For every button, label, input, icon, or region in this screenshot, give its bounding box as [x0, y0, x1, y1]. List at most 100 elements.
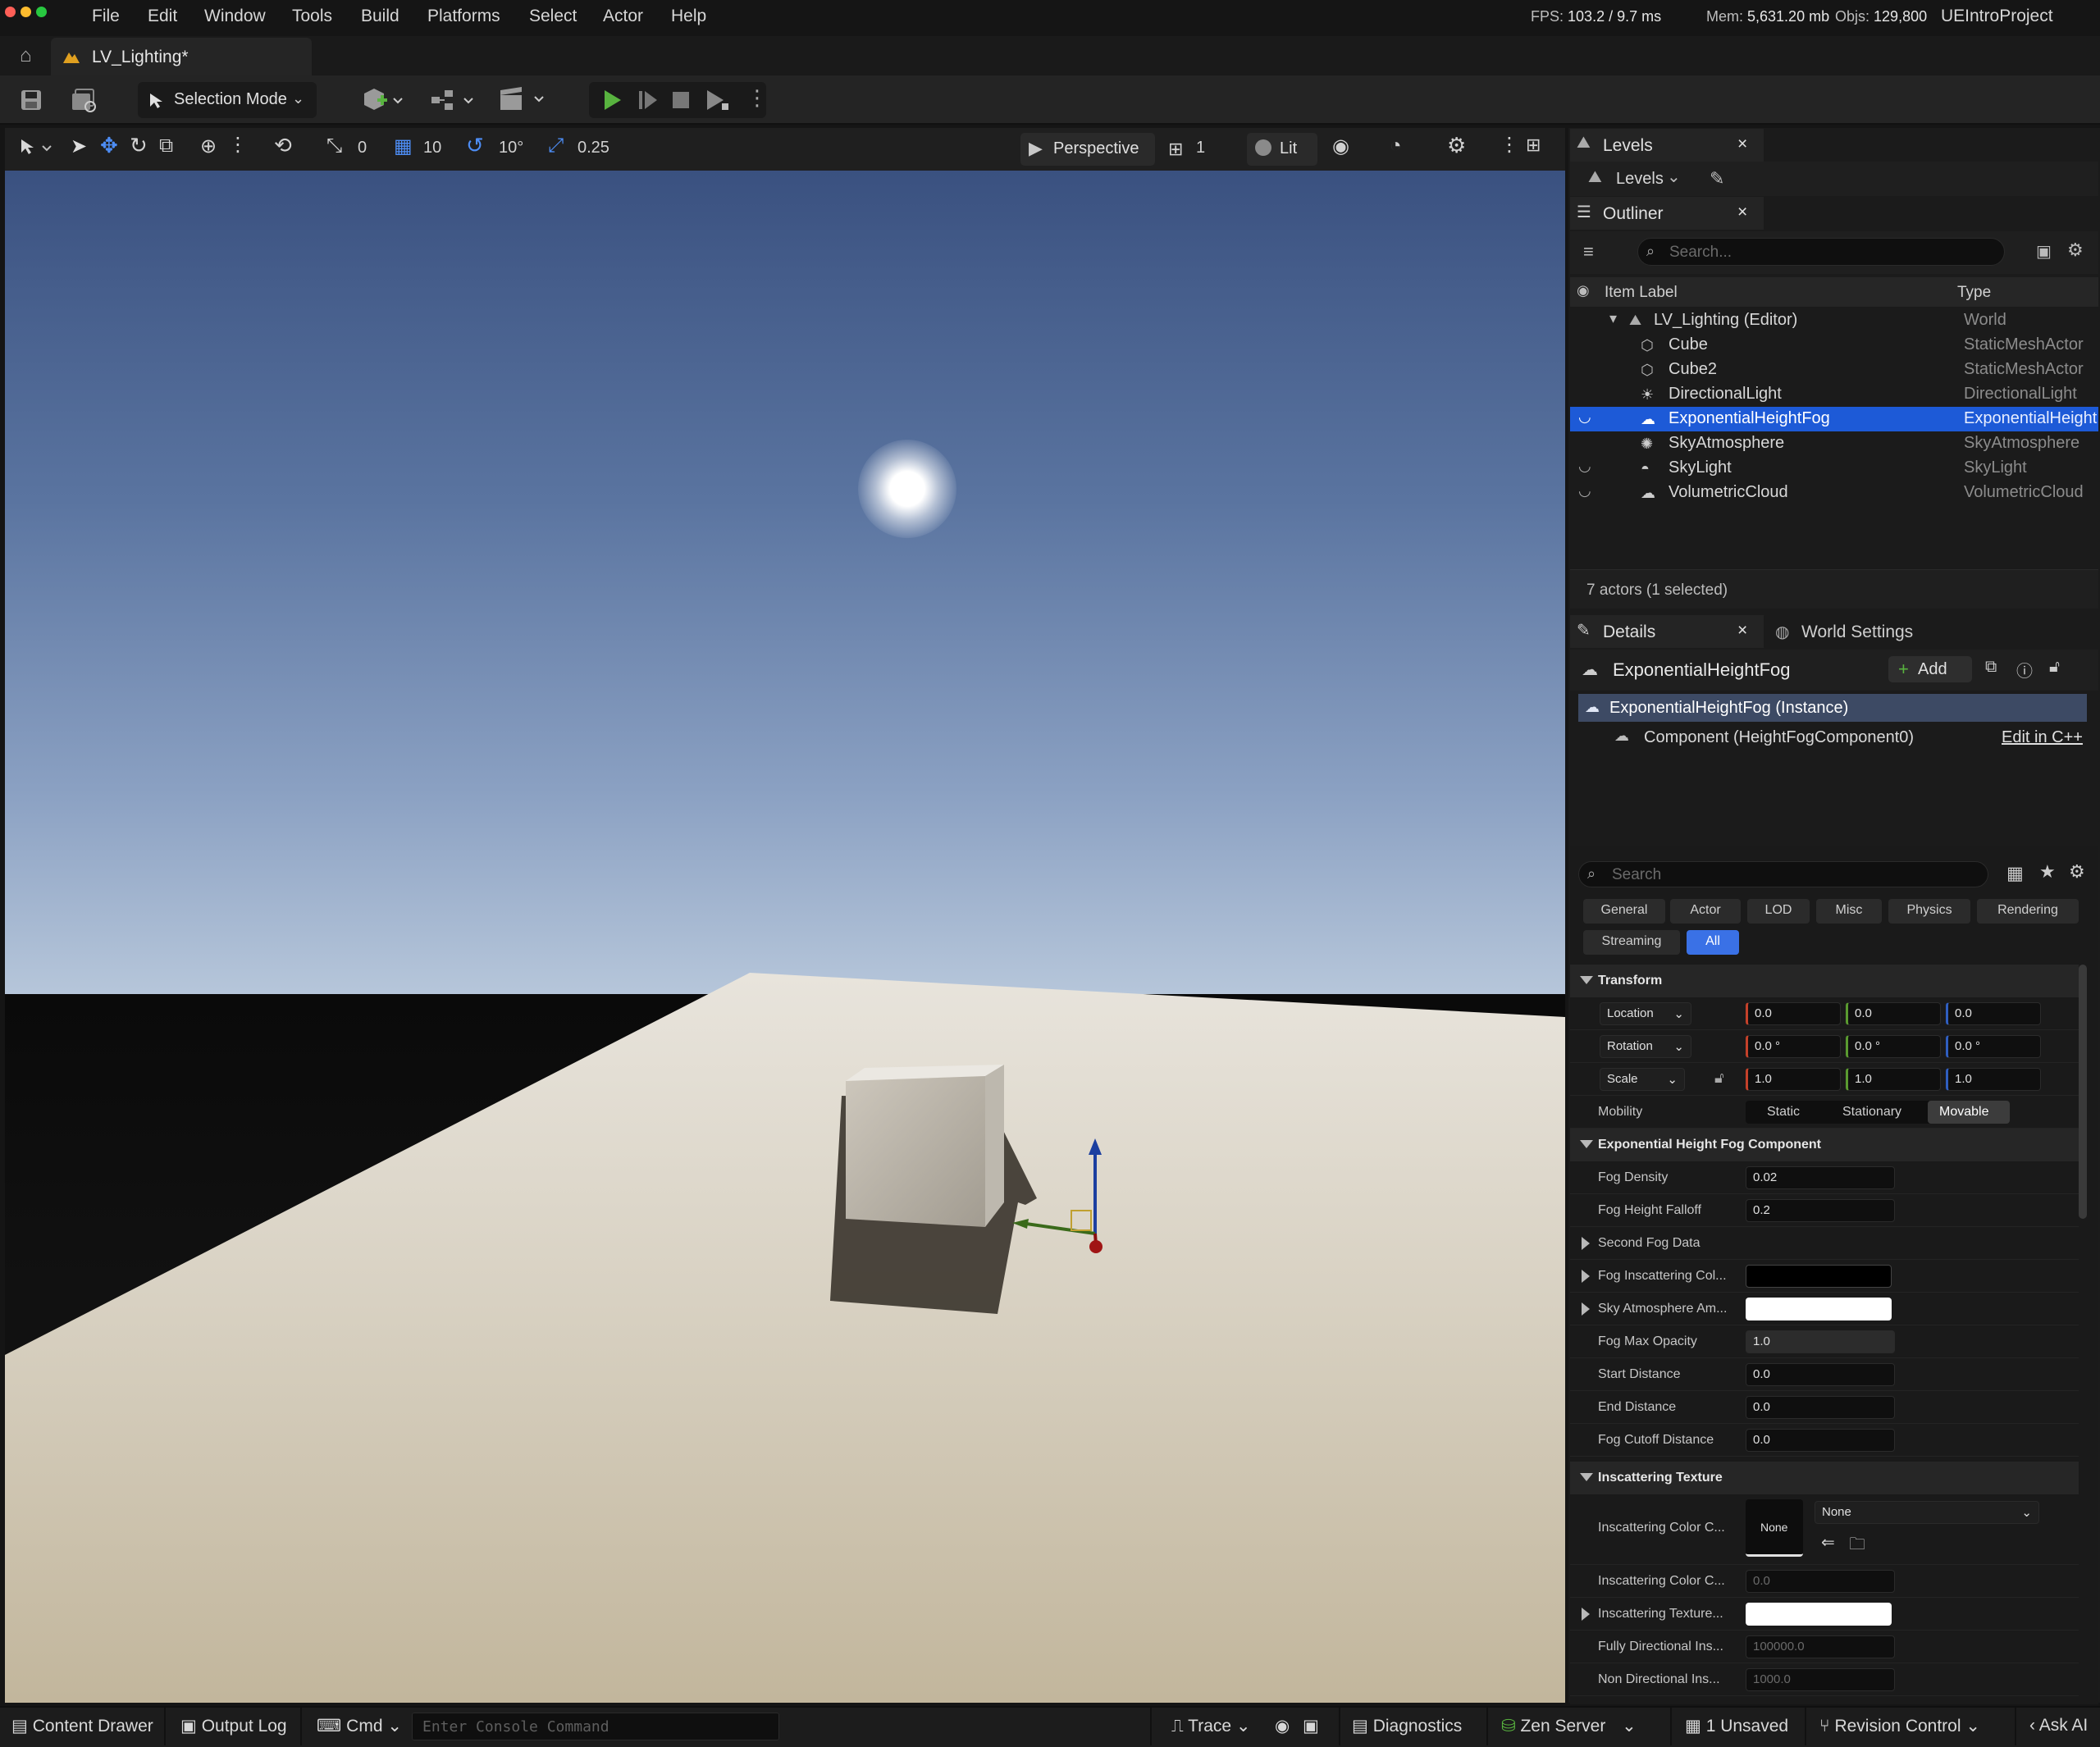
world-local-icon[interactable]: ⊕	[200, 135, 217, 158]
floor-plane[interactable]	[5, 973, 1565, 1703]
blueprint-icon[interactable]	[428, 87, 476, 113]
lock-icon[interactable]: 🔓︎	[2049, 658, 2060, 677]
mobility-movable-selected[interactable]: Movable	[1928, 1101, 2010, 1124]
fog-max-opacity-field[interactable]: 1.0	[1746, 1330, 1895, 1353]
menu-help[interactable]: Help	[671, 7, 706, 26]
outliner-row-skyatmosphere[interactable]: ✺ SkyAtmosphere SkyAtmosphere	[1570, 431, 2098, 456]
gizmo-x-handle[interactable]	[1089, 1240, 1102, 1253]
scale-snap-icon[interactable]: ⤢	[548, 135, 564, 157]
item-label-header[interactable]: Item Label	[1605, 284, 1678, 302]
cubemap-asset-dropdown[interactable]: None ⌄	[1815, 1501, 2039, 1524]
trace-dropdown[interactable]: ⎍ Trace ⌄	[1171, 1716, 1251, 1736]
console-command-input[interactable]: Enter Console Command	[412, 1713, 779, 1740]
visibility-eye-icon[interactable]: ◡	[1578, 408, 1591, 426]
outliner-settings-gear-icon[interactable]: ⚙	[2067, 239, 2084, 261]
filter-all[interactable]: All	[1687, 930, 1739, 955]
details-scrollbar[interactable]	[2079, 965, 2087, 1219]
levels-dropdown[interactable]: Levels	[1616, 170, 1664, 189]
inscattering-texture-tint-swatch[interactable]	[1746, 1603, 1892, 1626]
angle-snap-value[interactable]: 10°	[499, 139, 523, 157]
new-folder-icon[interactable]: ▣	[2036, 241, 2052, 262]
rotation-x-field[interactable]: 0.0 °	[1746, 1035, 1841, 1058]
outliner-row-exponentialheightfog[interactable]: ◡ ☁ ExponentialHeightFog ExponentialHeig…	[1570, 407, 2098, 431]
visibility-header-eye-icon[interactable]: ◉	[1577, 282, 1590, 299]
menu-edit[interactable]: Edit	[148, 7, 177, 26]
browse-asset-icon[interactable]: 🗀︎	[1849, 1532, 1865, 1560]
fog-inscattering-color-swatch[interactable]	[1746, 1265, 1892, 1288]
scale-snap-value[interactable]: 0.25	[578, 139, 609, 157]
sky-atmosphere-color-swatch[interactable]	[1746, 1298, 1892, 1321]
home-icon[interactable]: ⌂	[20, 44, 32, 67]
move-tool-icon[interactable]: ✥	[100, 133, 118, 158]
outliner-search-input[interactable]: ⌕ Search...	[1637, 238, 2005, 266]
expand-triangle-icon[interactable]	[1582, 1270, 1590, 1283]
filter-physics[interactable]: Physics	[1888, 899, 1970, 924]
help-icon[interactable]: ⓘ	[2016, 658, 2033, 682]
cube-front-face[interactable]	[846, 1076, 985, 1227]
menu-build[interactable]: Build	[361, 7, 399, 26]
world-settings-tab[interactable]: ◍ World Settings	[1765, 615, 1979, 648]
collapse-triangle-icon[interactable]: ▾	[1609, 310, 1617, 327]
location-mode-dropdown[interactable]: Location ⌄	[1600, 1002, 1691, 1025]
play-icon[interactable]	[600, 89, 623, 112]
close-window-button[interactable]	[5, 7, 16, 17]
fog-cutoff-distance-field[interactable]: 0.0	[1746, 1429, 1895, 1452]
record-icon[interactable]: ◉	[1275, 1716, 1290, 1736]
actor-name[interactable]: ExponentialHeightFog	[1613, 659, 1790, 681]
levels-tab[interactable]: ⛰ Levels ×	[1570, 129, 1764, 162]
outliner-row-cube[interactable]: ⬡ Cube StaticMeshActor	[1570, 333, 2098, 358]
details-settings-gear-icon[interactable]: ⚙	[2069, 861, 2085, 883]
mobility-stationary[interactable]: Stationary	[1842, 1105, 1901, 1120]
play-options-kebab-icon[interactable]: ⋮	[746, 85, 768, 111]
expand-triangle-icon[interactable]	[1582, 1608, 1590, 1621]
grid-snap-icon[interactable]: ▦	[394, 135, 413, 158]
component-row[interactable]: ☁ Component (HeightFogComponent0) Edit i…	[1578, 723, 2087, 751]
blueprint-convert-icon[interactable]: ⧉	[1985, 658, 1997, 677]
zen-server-dropdown[interactable]: ⛁ Zen Server ⌄	[1501, 1716, 1637, 1736]
fog-density-field[interactable]: 0.02	[1746, 1166, 1895, 1189]
end-distance-field[interactable]: 0.0	[1746, 1396, 1895, 1419]
cinematics-icon[interactable]	[497, 85, 546, 113]
filter-misc[interactable]: Misc	[1816, 899, 1882, 924]
revision-control-dropdown[interactable]: ⑂ Revision Control ⌄	[1819, 1716, 1980, 1736]
filter-lod[interactable]: LOD	[1747, 899, 1810, 924]
location-y-field[interactable]: 0.0	[1846, 1002, 1941, 1025]
outliner-row-skylight[interactable]: ◡ ◓ SkyLight SkyLight	[1570, 456, 2098, 481]
location-z-field[interactable]: 0.0	[1946, 1002, 2041, 1025]
scale-lock-icon[interactable]: 🔓︎	[1714, 1070, 1724, 1087]
rotation-y-field[interactable]: 0.0 °	[1846, 1035, 1941, 1058]
content-drawer-button[interactable]: ▤ Content Drawer	[11, 1716, 153, 1736]
zoom-window-button[interactable]	[36, 7, 47, 17]
menu-tools[interactable]: Tools	[292, 7, 332, 26]
cubemap-thumbnail[interactable]: None	[1746, 1499, 1803, 1557]
second-fog-data-row[interactable]: Second Fog Data	[1570, 1227, 2079, 1260]
close-levels-icon[interactable]: ×	[1737, 135, 1747, 154]
rotation-mode-dropdown[interactable]: Rotation ⌄	[1600, 1035, 1691, 1058]
filter-streaming[interactable]: Streaming	[1583, 930, 1680, 955]
details-tab[interactable]: ✎ Details ×	[1570, 615, 1764, 648]
scale-mode-dropdown[interactable]: Scale ⌄	[1600, 1068, 1685, 1091]
instance-row[interactable]: ☁ ExponentialHeightFog (Instance)	[1578, 694, 2087, 722]
outliner-row-volumetriccloud[interactable]: ◡ ☁ VolumetricCloud VolumetricCloud	[1570, 481, 2098, 505]
performance-icon[interactable]: ◔	[1390, 135, 1402, 157]
visibility-eye-icon[interactable]: ◡	[1578, 458, 1591, 475]
type-header[interactable]: Type	[1957, 284, 1991, 302]
lighting-mode-dropdown[interactable]: Lit	[1247, 133, 1317, 166]
diagnostics-button[interactable]: ▤ Diagnostics	[1352, 1716, 1462, 1736]
menu-select[interactable]: Select	[529, 7, 577, 26]
show-flags-eye-icon[interactable]: ◉	[1332, 135, 1349, 158]
rotate-tool-icon[interactable]: ↻	[130, 133, 148, 158]
rotation-z-field[interactable]: 0.0 °	[1946, 1035, 2041, 1058]
visibility-eye-icon[interactable]: ◡	[1578, 482, 1591, 499]
filter-rendering[interactable]: Rendering	[1977, 899, 2079, 924]
use-selected-arrow-icon[interactable]: ⇐	[1821, 1532, 1835, 1553]
transform-tool-dropdown-icon[interactable]	[18, 136, 56, 161]
outliner-row-cube2[interactable]: ⬡ Cube2 StaticMeshActor	[1570, 358, 2098, 382]
unsaved-button[interactable]: ▦ 1 Unsaved	[1685, 1716, 1788, 1736]
inscattering-color-c-field[interactable]: 0.0	[1746, 1570, 1895, 1593]
filter-general[interactable]: General	[1583, 899, 1665, 924]
rotation-snap-icon[interactable]: ⤡	[326, 135, 342, 157]
close-details-icon[interactable]: ×	[1737, 621, 1747, 641]
edit-in-cpp-link[interactable]: Edit in C++	[2002, 728, 2083, 747]
filter-icon[interactable]: ≡	[1583, 241, 1594, 262]
